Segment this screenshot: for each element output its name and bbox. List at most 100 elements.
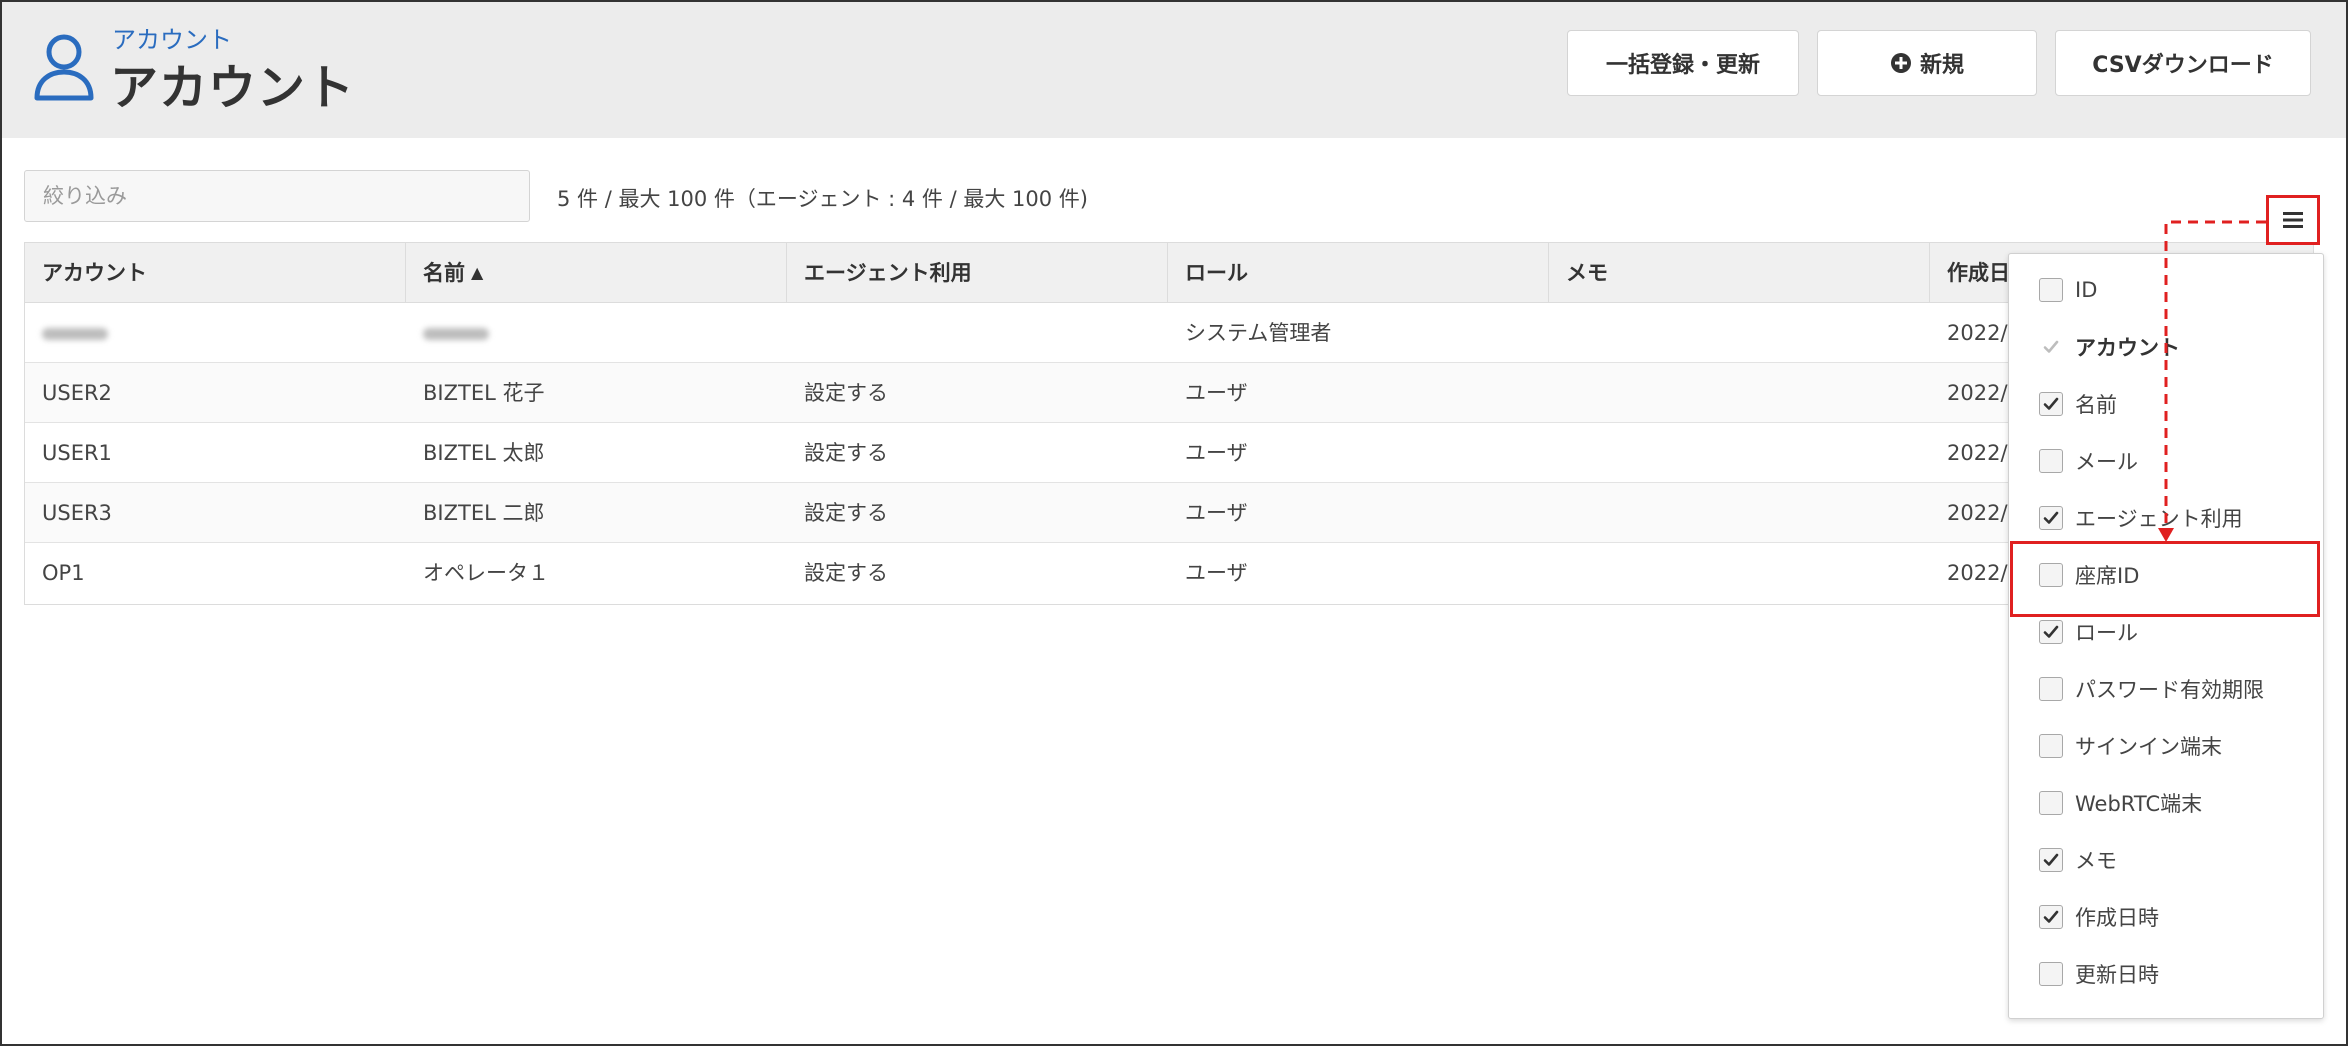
cell-agent: 設定する — [804, 441, 888, 465]
column-option-label: サインイン端末 — [2075, 735, 2222, 759]
cell-role: ユーザ — [1185, 381, 1248, 405]
column-header-memo[interactable]: メモ — [1549, 243, 1930, 303]
cell-memo — [1549, 363, 1566, 423]
cell-account: OP1 — [42, 561, 85, 585]
cell-memo — [1549, 303, 1566, 363]
column-option[interactable]: パスワード有効期限 — [2039, 669, 2264, 709]
checkbox-unchecked[interactable] — [2039, 278, 2063, 302]
checkbox-unchecked[interactable] — [2039, 962, 2063, 986]
column-option-label: エージェント利用 — [2075, 507, 2243, 531]
plus-circle-icon — [1890, 53, 1911, 73]
csv-download-label: CSVダウンロード — [2092, 53, 2274, 78]
checkmark-icon — [2043, 625, 2059, 638]
cell-role: ユーザ — [1185, 561, 1248, 585]
column-option-label: ID — [2075, 278, 2098, 302]
cell-name: BIZTEL 花子 — [423, 381, 545, 405]
column-option-label: メール — [2075, 450, 2138, 474]
checkmark-icon — [2043, 340, 2059, 353]
cell-role: システム管理者 — [1185, 321, 1332, 345]
cell-agent: 設定する — [804, 501, 888, 525]
menu-icon — [2283, 212, 2303, 228]
cell-account: USER3 — [42, 501, 112, 525]
cell-agent: 設定する — [804, 381, 888, 405]
cell-memo — [1549, 483, 1566, 543]
column-header-account[interactable]: アカウント — [25, 243, 406, 303]
sort-ascending-icon: ▲ — [471, 263, 484, 282]
column-option[interactable]: メール — [2039, 441, 2138, 481]
cell-name — [406, 303, 489, 363]
cell-created: 2022/ — [1947, 441, 2008, 465]
column-option[interactable]: メモ — [2039, 840, 2117, 880]
checkbox-unchecked[interactable] — [2039, 677, 2063, 701]
cell-agent: 設定する — [804, 561, 888, 585]
page-title: アカウント — [110, 60, 356, 116]
cell-memo — [1549, 423, 1566, 483]
new-button[interactable]: 新規 — [1817, 30, 2037, 96]
csv-download-button[interactable]: CSVダウンロード — [2055, 30, 2311, 96]
column-option[interactable]: エージェント利用 — [2039, 498, 2243, 538]
column-header-agent[interactable]: エージェント利用 — [787, 243, 1168, 303]
checkmark-icon — [2043, 511, 2059, 524]
column-header-name[interactable]: 名前 ▲ — [406, 243, 787, 303]
cell-account: USER1 — [42, 441, 112, 465]
cell-name: BIZTEL 太郎 — [423, 441, 545, 465]
checkbox-checked[interactable] — [2039, 620, 2063, 644]
table-row[interactable]: USER3 BIZTEL 二郎 設定する ユーザ 2022/ — [25, 483, 2313, 543]
column-option-label: WebRTC端末 — [2075, 792, 2203, 816]
redacted-text — [42, 328, 108, 340]
column-option[interactable]: WebRTC端末 — [2039, 783, 2202, 823]
column-option-label: メモ — [2075, 849, 2117, 873]
filter-input[interactable] — [24, 170, 530, 222]
bulk-register-label: 一括登録・更新 — [1605, 53, 1760, 78]
table-row[interactable]: OP1 オペレータ１ 設定する ユーザ 2022/ — [25, 543, 2313, 603]
checkbox-unchecked[interactable] — [2039, 734, 2063, 758]
cell-account — [25, 303, 108, 363]
cell-name: オペレータ１ — [423, 561, 549, 585]
column-option-label: 名前 — [2075, 393, 2117, 417]
checkbox-checked[interactable] — [2039, 848, 2063, 872]
cell-memo — [1549, 543, 1566, 603]
column-option[interactable]: 更新日時 — [2039, 954, 2159, 994]
checkbox-checked[interactable] — [2039, 392, 2063, 416]
checkbox-unchecked[interactable] — [2039, 449, 2063, 473]
checkbox-checked — [2039, 335, 2063, 359]
cell-created: 2022/ — [1947, 561, 2008, 585]
result-count: 5 件 / 最大 100 件（エージェント : 4 件 / 最大 100 件) — [557, 187, 1088, 211]
checkbox-unchecked[interactable] — [2039, 791, 2063, 815]
cell-role: ユーザ — [1185, 441, 1248, 465]
cell-account: USER2 — [42, 381, 112, 405]
column-visibility-menu: ID アカウント 名前 メール エージェント利用 座席ID ロール パスワード有効期限 サインイ… — [2008, 253, 2324, 1019]
column-option[interactable]: ロール — [2039, 612, 2138, 652]
checkmark-icon — [2043, 853, 2059, 866]
table-row[interactable]: USER1 BIZTEL 太郎 設定する ユーザ 2022/ — [25, 423, 2313, 483]
redacted-text — [423, 328, 489, 340]
cell-name: BIZTEL 二郎 — [423, 501, 545, 525]
cell-created: 2022/ — [1947, 321, 2008, 345]
column-option[interactable]: 作成日時 — [2039, 897, 2159, 937]
column-option-label: ロール — [2075, 621, 2138, 645]
column-option-label: 更新日時 — [2075, 963, 2159, 987]
column-option[interactable]: サインイン端末 — [2039, 726, 2222, 766]
checkmark-icon — [2043, 397, 2059, 410]
page-header: アカウント アカウント 一括登録・更新 新規 CSVダウンロード — [2, 2, 2346, 138]
accounts-table: アカウント 名前 ▲ エージェント利用 ロール メモ 作成日 システム管理者 20… — [24, 242, 2314, 605]
checkmark-icon — [2043, 910, 2059, 923]
table-row[interactable]: USER2 BIZTEL 花子 設定する ユーザ 2022/ — [25, 363, 2313, 423]
annotation-highlight-box — [2010, 541, 2320, 617]
cell-created: 2022/ — [1947, 501, 2008, 525]
bulk-register-button[interactable]: 一括登録・更新 — [1567, 30, 1799, 96]
table-row[interactable]: システム管理者 2022/ — [25, 303, 2313, 363]
checkbox-checked[interactable] — [2039, 905, 2063, 929]
new-label: 新規 — [1919, 53, 1964, 78]
column-option[interactable]: ID — [2039, 270, 2097, 310]
column-option: アカウント — [2039, 327, 2180, 367]
column-option-label: 作成日時 — [2075, 906, 2159, 930]
column-option[interactable]: 名前 — [2039, 384, 2117, 424]
column-header-role[interactable]: ロール — [1168, 243, 1549, 303]
column-settings-button[interactable] — [2266, 195, 2320, 245]
table-header: アカウント 名前 ▲ エージェント利用 ロール メモ 作成日 — [25, 243, 2313, 303]
column-option-label: アカウント — [2075, 336, 2180, 360]
checkbox-checked[interactable] — [2039, 506, 2063, 530]
cell-created: 2022/ — [1947, 381, 2008, 405]
column-option-label: パスワード有効期限 — [2075, 678, 2264, 702]
